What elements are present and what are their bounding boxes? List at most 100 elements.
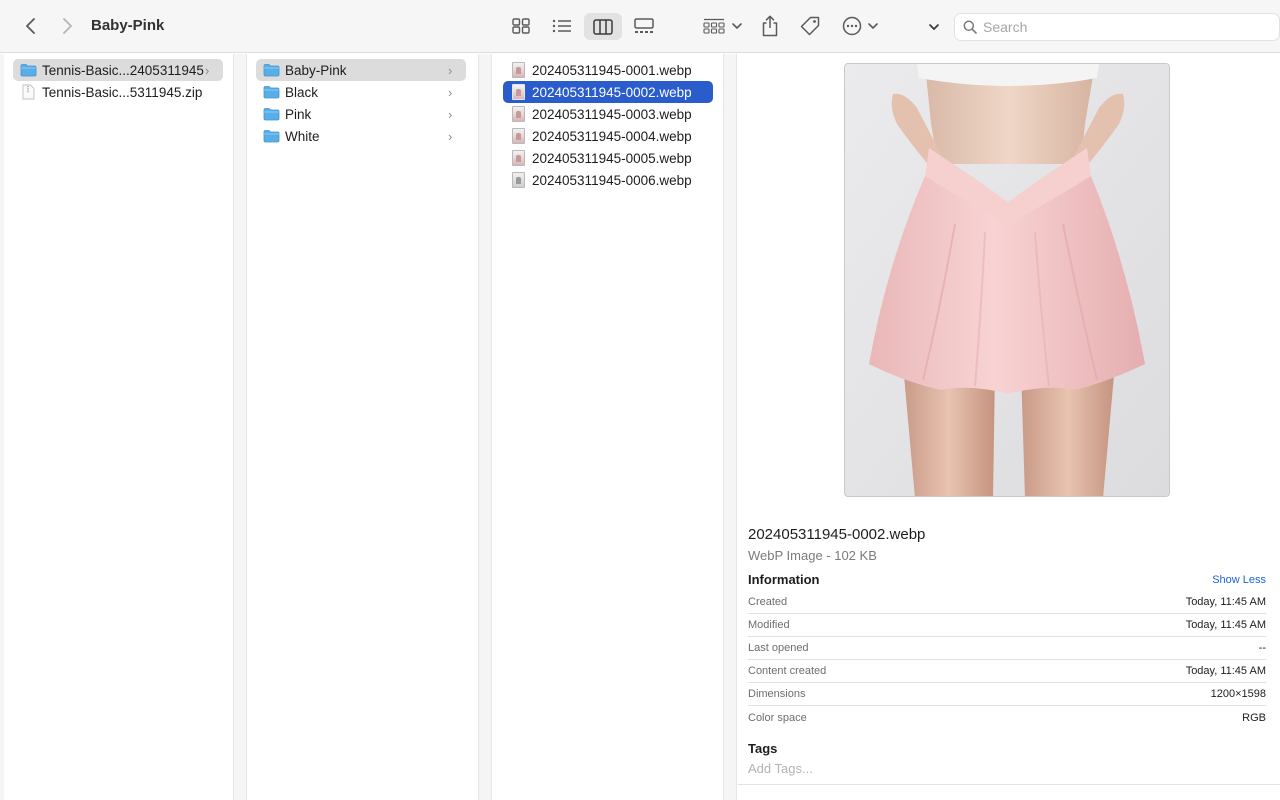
- list-item-label: 202405311945-0001.webp: [532, 62, 692, 78]
- divider: [738, 784, 1280, 785]
- list-item[interactable]: 202405311945-0002.webp: [503, 81, 713, 103]
- columns-icon: [593, 18, 613, 35]
- information-heading: Information: [748, 572, 820, 587]
- column-2: Baby-Pink › Black › Pink › White ›: [248, 54, 478, 800]
- forward-button[interactable]: [54, 13, 80, 39]
- column-view-button[interactable]: [584, 13, 622, 40]
- list-view-button[interactable]: [549, 15, 575, 37]
- column-1: Tennis-Basic...2405311945 › Tennis-Basic…: [4, 54, 233, 800]
- ellipsis-circle-icon: [842, 16, 861, 36]
- toolbar: Baby-Pink: [0, 0, 1280, 53]
- info-key: Color space: [748, 711, 807, 724]
- sidebar-item-baby-pink[interactable]: Baby-Pink ›: [256, 59, 466, 81]
- list-item-label: 202405311945-0005.webp: [532, 150, 692, 166]
- icon-view-button[interactable]: [508, 15, 534, 37]
- chevron-down-icon: [929, 24, 939, 31]
- info-row-color-space: Color space RGB: [748, 706, 1266, 729]
- info-value: 1200×1598: [1210, 688, 1266, 700]
- sidebar-item-pink[interactable]: Pink ›: [256, 103, 466, 125]
- info-key: Created: [748, 596, 788, 608]
- chevron-right-icon: ›: [205, 62, 210, 78]
- grid-icon: [512, 18, 530, 34]
- info-value: RGB: [1242, 711, 1266, 724]
- add-tags-input[interactable]: [748, 761, 1268, 776]
- preview-file-name: 202405311945-0002.webp: [748, 526, 926, 543]
- info-value: Today, 11:45 AM: [1185, 596, 1266, 608]
- list-item[interactable]: Tennis-Basic...2405311945 ›: [13, 59, 223, 81]
- chevron-right-icon: ›: [448, 106, 453, 122]
- preview-pane: 202405311945-0002.webp WebP Image - 102 …: [738, 54, 1280, 800]
- info-value: Today, 11:45 AM: [1185, 619, 1266, 631]
- image-file-icon: [509, 84, 527, 100]
- folder-icon: [262, 106, 280, 122]
- information-table: Created Today, 11:45 AM Modified Today, …: [748, 591, 1266, 729]
- tags-heading: Tags: [748, 741, 778, 756]
- search-field[interactable]: [954, 13, 1280, 41]
- list-item[interactable]: 202405311945-0003.webp: [503, 103, 713, 125]
- gallery-view-button[interactable]: [630, 15, 658, 37]
- sidebar-item-white[interactable]: White ›: [256, 125, 466, 147]
- list-item-label: 202405311945-0006.webp: [532, 172, 692, 188]
- folder-icon: [262, 84, 280, 100]
- image-file-icon: [509, 172, 527, 188]
- info-key: Last opened: [748, 642, 809, 654]
- chevron-right-icon: ›: [448, 84, 453, 100]
- sidebar-item-black[interactable]: Black ›: [256, 81, 466, 103]
- folder-icon: [19, 62, 37, 78]
- share-icon: [762, 15, 778, 37]
- image-file-icon: [509, 62, 527, 78]
- list-item-label: White: [285, 128, 320, 144]
- list-item-label: 202405311945-0004.webp: [532, 128, 692, 144]
- zip-file-icon: [19, 84, 37, 100]
- image-file-icon: [509, 128, 527, 144]
- chevron-right-icon: [63, 18, 72, 34]
- list-item[interactable]: 202405311945-0005.webp: [503, 147, 713, 169]
- info-key: Modified: [748, 619, 790, 631]
- info-key: Content created: [748, 665, 827, 677]
- image-preview: [844, 63, 1170, 497]
- chevron-left-icon: [26, 18, 35, 34]
- list-item[interactable]: 202405311945-0006.webp: [503, 169, 713, 191]
- info-value: --: [1258, 642, 1266, 654]
- info-value: Today, 11:45 AM: [1185, 665, 1266, 677]
- list-item-label: 202405311945-0002.webp: [532, 84, 692, 100]
- group-icon: [703, 18, 725, 34]
- column-divider[interactable]: [478, 54, 492, 800]
- search-icon: [963, 20, 977, 34]
- column-3: 202405311945-0001.webp 202405311945-0002…: [492, 54, 723, 800]
- list-item[interactable]: 202405311945-0001.webp: [503, 59, 713, 81]
- tag-button[interactable]: [798, 14, 822, 38]
- folder-icon: [262, 62, 280, 78]
- list-icon: [552, 19, 571, 33]
- list-item[interactable]: Tennis-Basic...5311945.zip: [13, 81, 223, 103]
- image-file-icon: [509, 106, 527, 122]
- show-less-link[interactable]: Show Less: [1212, 574, 1266, 586]
- list-item-label: 202405311945-0003.webp: [532, 106, 692, 122]
- group-by-button[interactable]: [702, 15, 744, 37]
- column-divider[interactable]: [723, 54, 737, 800]
- more-actions-button[interactable]: [840, 15, 880, 37]
- tag-icon: [800, 16, 820, 36]
- gallery-icon: [634, 18, 654, 33]
- share-button[interactable]: [758, 13, 782, 39]
- toolbar-overflow-button[interactable]: [924, 17, 944, 37]
- back-button[interactable]: [18, 13, 44, 39]
- window-title: Baby-Pink: [91, 17, 165, 34]
- chevron-right-icon: ›: [448, 62, 453, 78]
- column-divider[interactable]: [233, 54, 247, 800]
- list-item[interactable]: 202405311945-0004.webp: [503, 125, 713, 147]
- preview-file-kind: WebP Image - 102 KB: [748, 548, 877, 563]
- list-item-label: Baby-Pink: [285, 62, 347, 78]
- info-row-last-opened: Last opened --: [748, 637, 1266, 660]
- chevron-down-icon: [867, 23, 878, 30]
- list-item-label: Black: [285, 84, 319, 100]
- folder-icon: [262, 128, 280, 144]
- info-row-modified: Modified Today, 11:45 AM: [748, 614, 1266, 637]
- info-row-content-created: Content created Today, 11:45 AM: [748, 660, 1266, 683]
- list-item-label: Tennis-Basic...5311945.zip: [42, 84, 203, 100]
- image-file-icon: [509, 150, 527, 166]
- chevron-down-icon: [732, 23, 742, 30]
- search-input[interactable]: [983, 19, 1263, 35]
- skirt-photo-image: [845, 64, 1169, 496]
- info-row-created: Created Today, 11:45 AM: [748, 591, 1266, 614]
